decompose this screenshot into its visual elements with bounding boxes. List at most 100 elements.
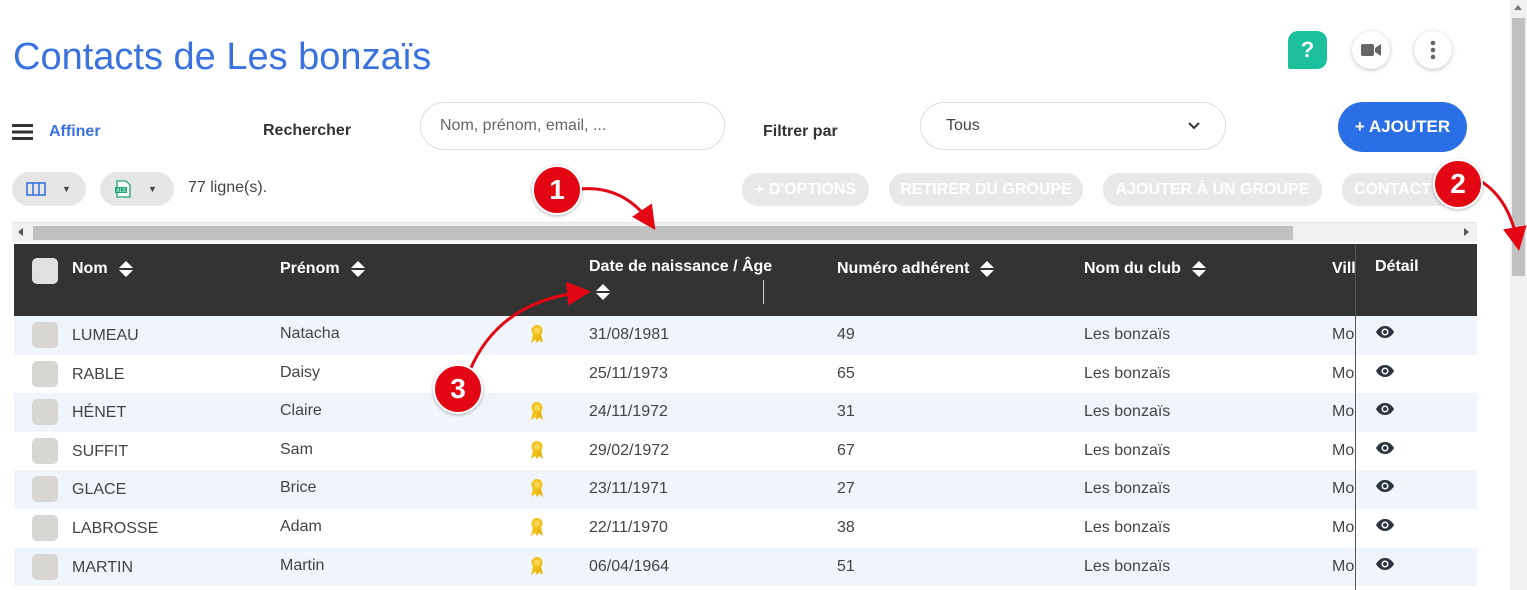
cell-numero-adherent: 38	[837, 519, 855, 536]
cell-prenom: Sam	[280, 440, 313, 458]
sort-icon[interactable]	[118, 260, 134, 278]
search-label: Rechercher	[263, 122, 352, 139]
cell-numero-adherent: 51	[837, 557, 855, 575]
header-nom[interactable]: Nom	[72, 260, 134, 278]
row-checkbox[interactable]	[32, 515, 58, 541]
header-detail: Détail	[1375, 258, 1419, 275]
header-club-label: Nom du club	[1084, 260, 1181, 277]
row-checkbox[interactable]	[32, 322, 58, 348]
page-title: Contacts de Les bonzaïs	[13, 36, 432, 78]
cell-numero-adherent: 65	[837, 364, 855, 382]
cell-numero-adherent: 31	[837, 403, 855, 421]
cell-nom-club: Les bonzaïs	[1084, 480, 1171, 498]
export-button[interactable]: XLS ▼	[100, 172, 174, 206]
vertical-dots-icon	[1430, 40, 1436, 60]
more-options-button[interactable]	[1414, 31, 1452, 69]
eye-icon[interactable]	[1375, 441, 1395, 460]
row-checkbox[interactable]	[32, 360, 58, 387]
annotation-marker-2: 2	[1433, 159, 1483, 209]
sort-icon[interactable]	[350, 260, 366, 278]
row-checkbox[interactable]	[32, 437, 58, 464]
vertical-scroll-thumb[interactable]	[1512, 18, 1525, 276]
cell-ville: Mo	[1332, 557, 1355, 575]
award-ribbon-icon	[530, 478, 544, 503]
svg-text:XLS: XLS	[116, 188, 126, 194]
table-row[interactable]: HÉNET Claire 24/11/1972 31 Les bonzaïs Mo	[14, 393, 1477, 432]
cell-numero-adherent: 67	[837, 441, 855, 459]
hamburger-menu-icon[interactable]	[12, 124, 33, 140]
scroll-up-arrow-icon[interactable]	[1514, 5, 1522, 10]
more-options-action-button[interactable]: + D'OPTIONS	[742, 173, 869, 206]
cell-nom: HÉNET	[72, 404, 127, 422]
table-row[interactable]: LABROSSE Adam 22/11/1970 38 Les bonzaïs Mo	[14, 509, 1477, 548]
cell-ville: Mo	[1332, 480, 1355, 498]
video-button[interactable]	[1352, 31, 1390, 69]
row-checkbox[interactable]	[32, 399, 58, 426]
cell-prenom: Claire	[280, 402, 322, 420]
row-checkbox[interactable]	[32, 476, 58, 503]
remove-from-group-button[interactable]: RETIRER DU GROUPE	[889, 173, 1083, 206]
cell-ville: Mo	[1332, 403, 1355, 421]
cell-ville: Mo	[1332, 326, 1355, 343]
table-row[interactable]: MARTIN Martin 06/04/1964 51 Les bonzaïs Mo	[14, 547, 1477, 587]
horizontal-scrollbar[interactable]	[12, 222, 1477, 242]
sort-icon[interactable]	[1191, 260, 1207, 278]
cell-numero-adherent: 49	[837, 326, 855, 343]
award-ribbon-icon	[530, 440, 544, 465]
table-row[interactable]: SUFFIT Sam 29/02/1972 67 Les bonzaïs Mo	[14, 431, 1477, 471]
search-input[interactable]	[420, 102, 725, 150]
sort-icon[interactable]	[979, 260, 995, 278]
chevron-down-icon	[1188, 122, 1200, 130]
cell-prenom: Daisy	[280, 363, 321, 381]
select-all-checkbox[interactable]	[32, 258, 58, 284]
cell-ville: Mo	[1332, 441, 1355, 459]
header-nom-label: Nom	[72, 260, 108, 277]
table-row[interactable]: RABLE Daisy 25/11/1973 65 Les bonzaïs Mo	[14, 354, 1477, 394]
eye-icon[interactable]	[1375, 518, 1395, 537]
cell-nom: LABROSSE	[72, 520, 159, 537]
cell-prenom: Brice	[280, 479, 317, 497]
vertical-scrollbar[interactable]	[1510, 0, 1527, 590]
caret-down-icon: ▼	[62, 184, 71, 194]
filter-select-value: Tous	[946, 117, 980, 134]
scroll-right-arrow-icon[interactable]	[1464, 228, 1469, 236]
add-button[interactable]: + AJOUTER	[1338, 102, 1467, 152]
annotation-marker-1: 1	[532, 165, 582, 215]
table-row[interactable]: LUMEAU Natacha 31/08/1981 49 Les bonzaïs Mo	[14, 316, 1477, 355]
table-row[interactable]: GLACE Brice 23/11/1971 27 Les bonzaïs Mo	[14, 470, 1477, 509]
eye-icon[interactable]	[1375, 479, 1395, 498]
horizontal-scroll-thumb[interactable]	[33, 226, 1293, 240]
help-button[interactable]: ?	[1288, 31, 1327, 69]
header-numero-adherent[interactable]: Numéro adhérent	[837, 260, 995, 278]
columns-button[interactable]: ▼	[12, 172, 86, 206]
add-to-group-button[interactable]: AJOUTER À UN GROUPE	[1103, 173, 1322, 206]
cell-nom: RABLE	[72, 365, 125, 383]
cell-nom-club: Les bonzaïs	[1084, 557, 1171, 575]
sort-icon[interactable]	[595, 283, 611, 301]
award-ribbon-icon	[530, 556, 544, 581]
award-ribbon-icon	[530, 401, 544, 426]
eye-icon[interactable]	[1375, 364, 1395, 383]
scroll-left-arrow-icon[interactable]	[18, 228, 23, 236]
cell-prenom: Adam	[280, 518, 322, 535]
eye-icon[interactable]	[1375, 557, 1395, 576]
header-prenom[interactable]: Prénom	[280, 260, 366, 278]
toolbar: ▼ XLS ▼ 77 ligne(s). + D'OPTIONS RETIRER…	[0, 172, 1500, 206]
eye-icon[interactable]	[1375, 325, 1395, 344]
filter-label: Filtrer par	[763, 123, 838, 140]
cell-date-naissance: 06/04/1964	[589, 557, 670, 575]
eye-icon[interactable]	[1375, 402, 1395, 421]
help-icon: ?	[1300, 37, 1315, 62]
cell-numero-adherent: 27	[837, 480, 855, 498]
caret-down-icon: ▼	[148, 184, 157, 194]
header-ville[interactable]: Vill	[1332, 260, 1356, 278]
row-checkbox[interactable]	[32, 553, 58, 580]
cell-prenom: Natacha	[280, 325, 340, 342]
filter-select[interactable]: Tous	[920, 102, 1226, 150]
header-numero-label: Numéro adhérent	[837, 260, 970, 277]
cell-nom: SUFFIT	[72, 442, 128, 460]
column-resize-handle[interactable]	[763, 280, 764, 304]
header-date-naissance[interactable]: Date de naissance / Âge	[589, 258, 772, 300]
header-nom-club[interactable]: Nom du club	[1084, 260, 1207, 278]
affiner-link[interactable]: Affiner	[49, 123, 101, 141]
